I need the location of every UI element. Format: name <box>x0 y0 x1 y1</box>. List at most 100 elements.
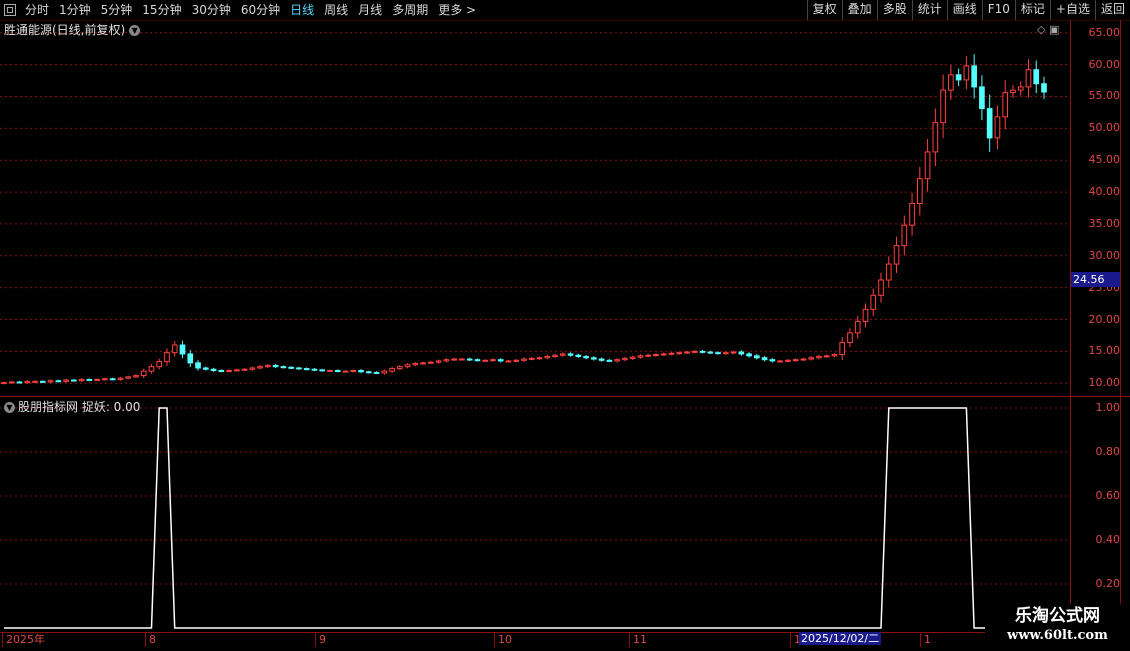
candle-body <box>16 381 23 384</box>
candle-body <box>691 350 698 353</box>
candle-body <box>102 378 108 381</box>
candle-body <box>272 364 279 368</box>
candle-body <box>948 74 954 91</box>
candle-body <box>1033 69 1040 85</box>
candle-body <box>870 294 877 310</box>
candle-body <box>606 359 613 362</box>
date-label: 10 <box>494 633 512 647</box>
candle-body <box>412 362 419 366</box>
candle-body <box>994 116 1001 139</box>
price-tick-label: 15.00 <box>1088 344 1121 358</box>
chevron-down-icon[interactable]: ▼ <box>129 25 141 36</box>
candle-body <box>195 362 201 369</box>
candle-body <box>8 381 15 384</box>
candle-body <box>598 358 605 361</box>
candle-body <box>932 122 939 153</box>
candle-body <box>668 352 675 355</box>
candle-body <box>1 382 7 385</box>
panel-separator[interactable] <box>0 396 1130 397</box>
price-tick-label: 30.00 <box>1088 248 1121 262</box>
candle-body <box>528 357 535 360</box>
candle-body <box>862 308 869 322</box>
candle-body <box>707 351 714 354</box>
candle-body <box>916 178 923 205</box>
candle-body <box>513 359 520 362</box>
indicator-tick-label: 1.00 <box>1095 401 1121 414</box>
candle-body <box>443 359 450 362</box>
price-tick-label: 10.00 <box>1088 376 1121 390</box>
candle-body <box>552 354 558 357</box>
watermark-url: www.60lt.com <box>1007 628 1108 643</box>
candle-body <box>241 368 248 371</box>
candle-body <box>365 371 372 374</box>
candle-body <box>746 353 752 357</box>
candle-body <box>389 368 395 372</box>
candle-body <box>55 380 62 383</box>
candle-body <box>24 380 31 384</box>
candle-body <box>133 375 139 378</box>
candle-body <box>179 344 186 355</box>
candle-body <box>699 350 706 353</box>
candle-body <box>234 369 240 372</box>
candle-body <box>808 357 814 360</box>
indicator-tick-label: 0.20 <box>1095 577 1121 590</box>
stock-title: 胜通能源(日线,前复权) ▼ <box>4 21 141 38</box>
price-tick-label: 45.00 <box>1088 153 1121 167</box>
diamond-icon[interactable]: ◇ <box>1037 23 1045 36</box>
candle-body <box>653 354 659 357</box>
candle-body <box>459 358 465 361</box>
price-tick-label: 50.00 <box>1088 121 1121 135</box>
candle-body <box>823 355 830 358</box>
candle-body <box>1002 92 1009 118</box>
candle-body <box>1010 89 1016 94</box>
candle-body <box>800 358 807 361</box>
candle-body <box>420 362 426 365</box>
watermark-logo: 乐淘公式网 www.60lt.com <box>985 604 1130 650</box>
candle-body <box>940 89 946 124</box>
indicator-line <box>4 407 1044 629</box>
indicator-tick-label: 0.60 <box>1095 489 1121 502</box>
candle-body <box>109 378 116 381</box>
candle-body <box>660 353 667 356</box>
candle-body <box>583 355 589 359</box>
candle-body <box>614 359 620 362</box>
price-tick-label: 55.00 <box>1088 89 1121 103</box>
candle-body <box>645 354 652 357</box>
candle-body <box>47 380 54 383</box>
candle-body <box>777 360 783 363</box>
candle-body <box>32 380 38 383</box>
candle-body <box>536 357 543 360</box>
candle-body <box>955 74 962 81</box>
date-cursor: 2025/12/02/二 <box>799 632 882 645</box>
current-price-tag: 24.56 <box>1071 272 1120 287</box>
candle-body <box>303 368 310 371</box>
candle-body <box>831 354 838 357</box>
candle-body <box>265 364 271 368</box>
window-icon[interactable]: ▣ <box>1049 23 1059 36</box>
chart-canvas[interactable] <box>0 0 1130 650</box>
date-label: 11 <box>629 633 647 647</box>
candle-body <box>575 354 582 357</box>
candle-body <box>358 370 364 373</box>
candle-body <box>334 370 341 373</box>
candle-body <box>622 357 628 361</box>
candle-body <box>971 65 977 88</box>
candle-body <box>769 359 776 362</box>
candle-body <box>94 378 100 381</box>
chevron-down-icon[interactable]: ▼ <box>4 402 15 413</box>
price-tick-label: 35.00 <box>1088 216 1121 230</box>
candle-body <box>63 379 69 382</box>
candle-body <box>342 370 349 373</box>
candle-body <box>854 320 861 334</box>
price-tick-label: 65.00 <box>1088 25 1121 39</box>
candle-body <box>963 65 970 81</box>
candle-body <box>78 378 85 382</box>
candle-body <box>202 367 209 370</box>
date-label: 8 <box>145 633 156 647</box>
candle-body <box>738 351 745 355</box>
candle-body <box>288 366 294 369</box>
date-label: 1 <box>920 633 931 647</box>
candle-body <box>171 344 178 354</box>
candle-body <box>39 380 46 383</box>
date-label: 9 <box>315 633 326 647</box>
